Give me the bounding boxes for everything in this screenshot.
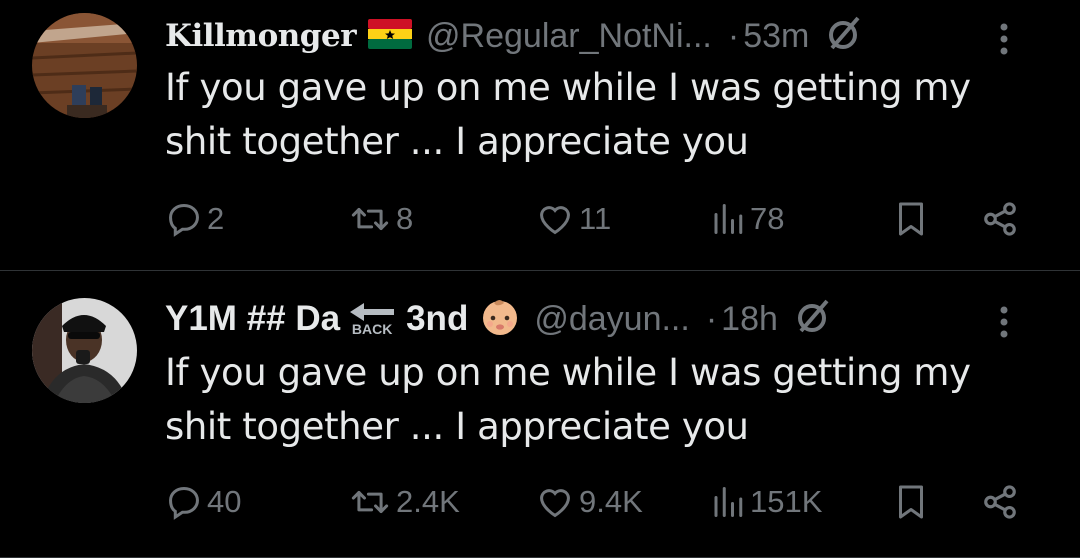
tweet-text: If you gave up on me while I was getting… bbox=[165, 351, 971, 448]
like-count: 11 bbox=[579, 201, 612, 236]
ghana-flag-icon bbox=[368, 19, 413, 53]
tweet[interactable]: Y1M ## Da BACK 3nd @dayun... · 18h If yo… bbox=[0, 272, 1080, 558]
repost-button[interactable]: 2.4K bbox=[348, 478, 460, 526]
repost-count: 2.4K bbox=[396, 484, 460, 519]
views-count: 151K bbox=[750, 484, 823, 519]
timestamp[interactable]: 18h bbox=[721, 300, 778, 339]
tweet-header: Y1M ## Da BACK 3nd @dayun... · 18h bbox=[165, 294, 1050, 344]
separator-dot: · bbox=[705, 299, 718, 338]
heart-icon bbox=[540, 206, 570, 235]
share-button[interactable] bbox=[980, 478, 1020, 526]
timestamp[interactable]: 53m bbox=[743, 17, 809, 56]
handle[interactable]: @Regular_NotNi... bbox=[426, 17, 712, 56]
bookmark-button[interactable] bbox=[893, 478, 929, 526]
repost-icon bbox=[351, 490, 389, 514]
like-button[interactable]: 11 bbox=[535, 195, 611, 243]
handle[interactable]: @dayun... bbox=[534, 300, 690, 339]
back-label: BACK bbox=[351, 321, 393, 337]
reply-button[interactable]: 40 bbox=[165, 478, 241, 526]
share-button[interactable] bbox=[980, 195, 1020, 243]
bookmark-icon bbox=[899, 485, 923, 519]
action-bar: 40 2.4K 9.4K 151K bbox=[165, 478, 1030, 526]
like-count: 9.4K bbox=[579, 484, 643, 519]
views-button[interactable]: 78 bbox=[710, 195, 784, 243]
separator-dot: · bbox=[727, 16, 740, 55]
baby-emoji-icon bbox=[480, 297, 520, 341]
views-count: 78 bbox=[750, 201, 785, 236]
bookmark-button[interactable] bbox=[893, 195, 929, 243]
bookmark-icon bbox=[899, 202, 923, 236]
repost-icon bbox=[351, 207, 389, 231]
reply-button[interactable]: 2 bbox=[165, 195, 224, 243]
grok-icon[interactable] bbox=[825, 15, 863, 57]
reply-count: 40 bbox=[207, 484, 242, 519]
tweet-header: Killmonger @Regular_NotNi... · 53m bbox=[165, 11, 1050, 61]
analytics-icon bbox=[714, 204, 743, 234]
repost-count: 8 bbox=[396, 201, 414, 236]
action-bar: 2 8 11 78 bbox=[165, 195, 1030, 243]
avatar[interactable] bbox=[32, 298, 137, 403]
display-name[interactable]: Killmonger bbox=[165, 18, 357, 54]
share-icon bbox=[984, 485, 1016, 519]
avatar[interactable] bbox=[32, 13, 137, 118]
analytics-icon bbox=[714, 487, 743, 517]
repost-button[interactable]: 8 bbox=[348, 195, 413, 243]
like-button[interactable]: 9.4K bbox=[535, 478, 643, 526]
tweet-text: If you gave up on me while I was getting… bbox=[165, 66, 971, 163]
reply-count: 2 bbox=[207, 201, 225, 236]
back-arrow-badge: BACK bbox=[350, 302, 395, 337]
reply-icon bbox=[169, 204, 199, 237]
share-icon bbox=[984, 202, 1016, 236]
more-options-icon[interactable] bbox=[998, 21, 1010, 61]
grok-icon[interactable] bbox=[794, 298, 832, 340]
more-options-icon[interactable] bbox=[998, 304, 1010, 344]
display-name-part1[interactable]: Y1M ## Da bbox=[165, 299, 340, 339]
heart-icon bbox=[540, 489, 570, 518]
back-arrow-icon bbox=[350, 303, 395, 321]
tweet[interactable]: Killmonger @Regular_NotNi... · 53m If yo… bbox=[0, 0, 1080, 271]
reply-icon bbox=[169, 487, 199, 520]
views-button[interactable]: 151K bbox=[710, 478, 822, 526]
display-name-part2[interactable]: 3nd bbox=[406, 299, 468, 339]
